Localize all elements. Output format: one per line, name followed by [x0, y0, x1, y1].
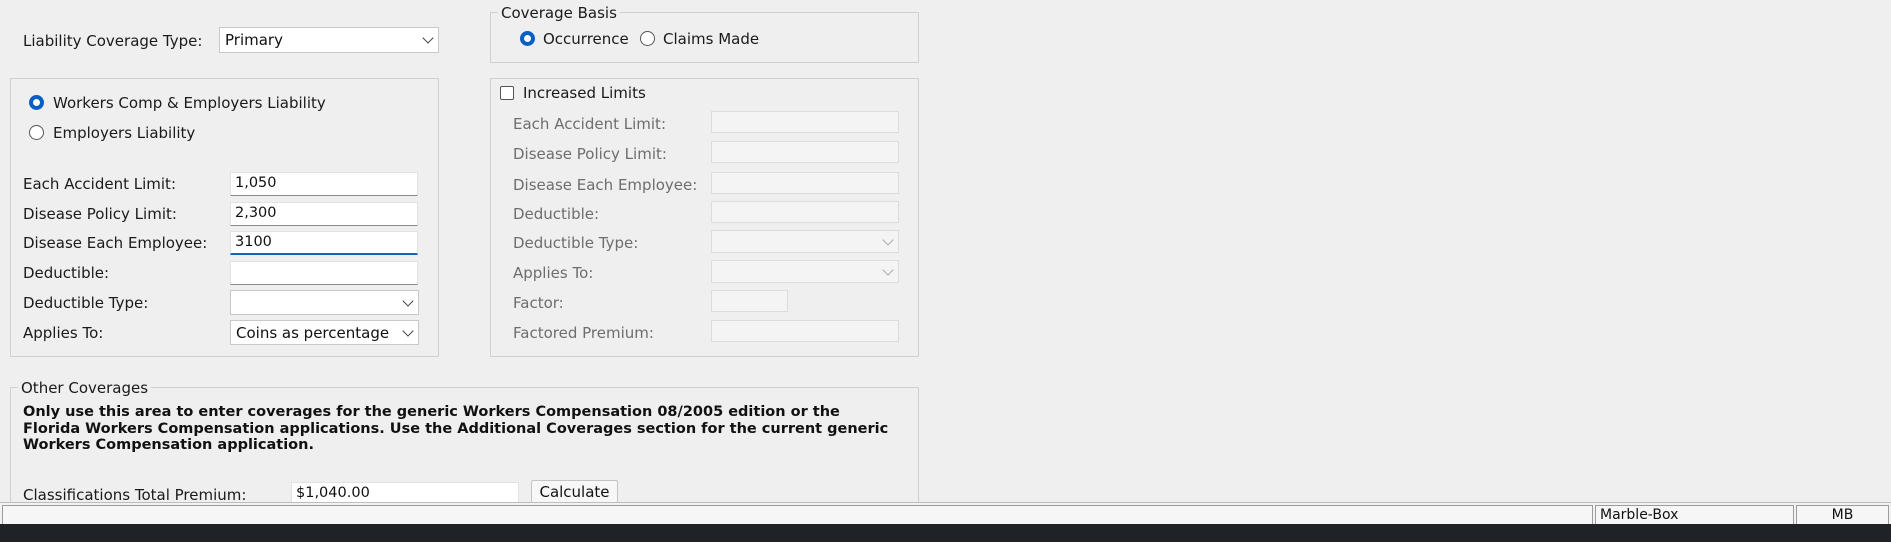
claims-made-label[interactable]: Claims Made [663, 30, 759, 48]
chevron-down-icon [882, 263, 894, 276]
il-disease-policy-label: Disease Policy Limit: [513, 145, 667, 163]
applies-to-label: Applies To: [23, 324, 104, 342]
liability-coverage-type-select[interactable]: Primary [219, 27, 439, 53]
other-coverages-note: Only use this area to enter coverages fo… [23, 404, 888, 454]
note-line-1: Only use this area to enter coverages fo… [23, 404, 840, 420]
applies-to-value: Coins as percentage [236, 324, 390, 342]
disease-each-employee-input[interactable]: 3100 [230, 231, 418, 255]
note-line-2: Florida Workers Compensation application… [23, 420, 889, 437]
il-factored-premium-input [711, 320, 899, 342]
employers-liability-radio[interactable] [29, 125, 44, 140]
note-line-3: Workers Compensation application. [23, 437, 314, 453]
il-deductible-type-label: Deductible Type: [513, 234, 639, 252]
status-bar: Marble-Box MB [0, 502, 1891, 525]
coverage-basis-legend: Coverage Basis [498, 4, 620, 22]
disease-policy-limit-label: Disease Policy Limit: [23, 205, 177, 223]
workers-comp-el-label[interactable]: Workers Comp & Employers Liability [53, 94, 326, 112]
deductible-label: Deductible: [23, 264, 110, 282]
classifications-total-premium-input[interactable]: $1,040.00 [291, 482, 519, 504]
il-factor-input [711, 290, 788, 312]
status-message [2, 505, 1593, 525]
status-user: MB [1796, 505, 1889, 525]
il-factor-label: Factor: [513, 294, 564, 312]
il-applies-to-label: Applies To: [513, 264, 594, 282]
other-coverages-legend: Other Coverages [18, 379, 152, 397]
disease-policy-limit-input[interactable]: 2,300 [230, 202, 418, 226]
each-accident-limit-label: Each Accident Limit: [23, 175, 176, 193]
il-deductible-input [711, 201, 899, 223]
occurrence-radio[interactable] [520, 31, 535, 46]
il-each-accident-label: Each Accident Limit: [513, 115, 666, 133]
il-deductible-label: Deductible: [513, 205, 600, 223]
increased-limits-checkbox[interactable] [500, 86, 514, 100]
chevron-down-icon [422, 32, 434, 44]
deductible-input[interactable] [230, 261, 418, 285]
deductible-type-select[interactable] [230, 290, 419, 315]
deductible-type-label: Deductible Type: [23, 294, 149, 312]
liability-coverage-type-label: Liability Coverage Type: [23, 32, 203, 50]
il-factored-premium-label: Factored Premium: [513, 324, 654, 342]
increased-limits-label[interactable]: Increased Limits [523, 84, 646, 102]
il-disease-each-employee-input [711, 172, 899, 194]
disease-each-employee-label: Disease Each Employee: [23, 234, 208, 252]
status-server: Marble-Box [1595, 505, 1794, 525]
applies-to-select[interactable]: Coins as percentage [230, 320, 419, 345]
chevron-down-icon [402, 294, 414, 307]
chevron-down-icon [882, 233, 894, 246]
chevron-down-icon [402, 324, 414, 337]
occurrence-label[interactable]: Occurrence [543, 30, 629, 48]
liability-coverage-type-value: Primary [225, 31, 283, 49]
il-each-accident-input [711, 111, 899, 133]
il-deductible-type-select [711, 230, 899, 253]
workers-comp-el-radio[interactable] [29, 95, 44, 110]
claims-made-radio[interactable] [640, 31, 655, 46]
il-applies-to-select [711, 260, 899, 283]
il-disease-policy-input [711, 141, 899, 163]
each-accident-limit-input[interactable]: 1,050 [230, 172, 418, 196]
employers-liability-label[interactable]: Employers Liability [53, 124, 195, 142]
taskbar [0, 524, 1891, 542]
il-disease-each-employee-label: Disease Each Employee: [513, 176, 698, 194]
